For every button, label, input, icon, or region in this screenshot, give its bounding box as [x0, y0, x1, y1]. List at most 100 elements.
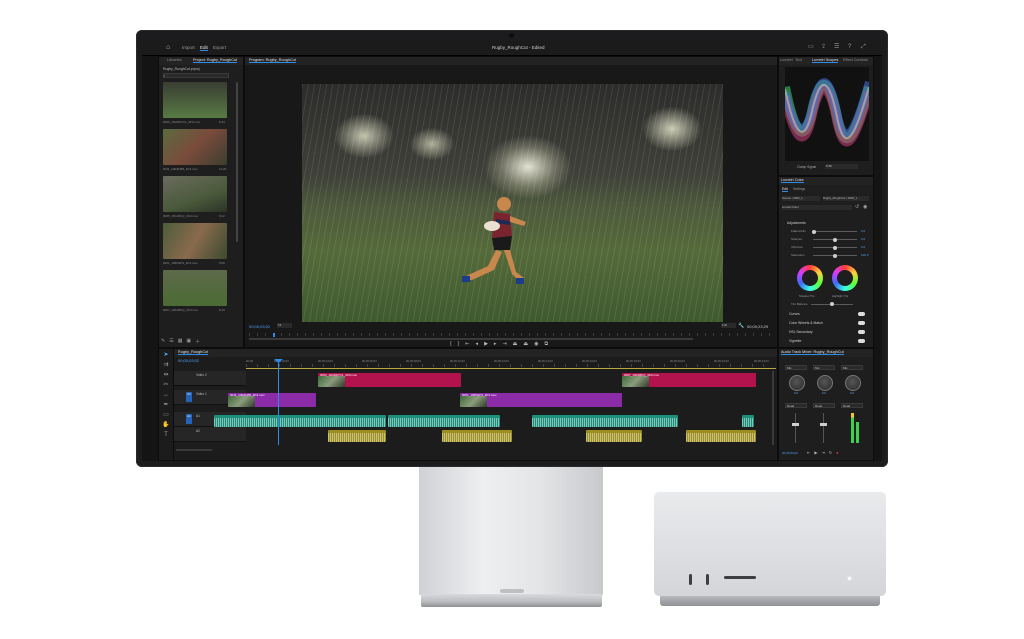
highlight-tint-wheel[interactable] — [832, 265, 858, 291]
selection-tool-icon[interactable]: ➤ — [161, 351, 171, 359]
subtab-edit[interactable]: Edit — [782, 187, 788, 192]
extract-icon[interactable]: ⏏ — [523, 341, 528, 347]
timeline-playhead[interactable] — [278, 359, 279, 445]
list-view-icon[interactable]: ☰ — [169, 338, 173, 346]
razor-icon[interactable]: ✂ — [161, 381, 171, 389]
track-header-a2[interactable]: A2 — [174, 427, 246, 442]
automation-mode-select[interactable]: Read — [785, 403, 807, 408]
bit-depth-select[interactable]: 8 Bit — [825, 164, 858, 169]
clip-thumbnail[interactable] — [163, 270, 227, 306]
audio-clip[interactable] — [442, 430, 512, 442]
hand-icon[interactable]: ✋ — [161, 421, 171, 429]
slider-track[interactable] — [813, 245, 857, 250]
clip-thumbnail[interactable] — [163, 129, 227, 165]
tab-audio-mixer[interactable]: Audio Track Mixer: Rugby_RoughCut — [781, 350, 844, 355]
target-toggle[interactable]: A1 — [186, 414, 192, 424]
project-scrollbar[interactable] — [236, 82, 238, 242]
go-to-in-icon[interactable]: ⇤ — [807, 450, 810, 455]
menu-import[interactable]: Import — [182, 45, 195, 50]
pan-knob[interactable] — [845, 375, 861, 391]
type-icon[interactable]: T — [161, 431, 171, 439]
play-icon[interactable]: ▶ — [484, 341, 488, 347]
tint-balance-knob[interactable] — [830, 302, 834, 306]
timeline-clip[interactable]: 0011_10EZHB5_4K3.mov — [228, 393, 316, 407]
section-toggle[interactable] — [858, 339, 865, 343]
lift-icon[interactable]: ⏏ — [513, 341, 518, 347]
slider-saturation[interactable]: Saturation 100.0 — [791, 253, 871, 258]
timeline-clip[interactable]: 0001_19B7EP3_4K3.mov — [460, 393, 622, 407]
pan-knob[interactable] — [789, 375, 805, 391]
grid-view-icon[interactable]: ▦ — [178, 338, 183, 346]
adjustments-heading[interactable]: Adjustments — [787, 221, 806, 225]
tab-lumetri-scopes[interactable]: Lumetri Scopes — [812, 58, 839, 63]
audio-clip[interactable] — [328, 430, 386, 442]
new-bin-icon[interactable]: ▣ — [186, 338, 191, 346]
slider-knob[interactable] — [833, 245, 837, 250]
rectangle-icon[interactable]: ▭ — [161, 411, 171, 419]
timeline-clip[interactable]: 0007_10D28KQ_4K3.mov — [622, 373, 756, 387]
menu-export[interactable]: Export — [213, 45, 226, 50]
section-toggle[interactable] — [858, 321, 865, 325]
tab-program[interactable]: Program: Rugby_RoughCut — [249, 58, 296, 63]
mark-out-icon[interactable]: } — [458, 341, 460, 347]
slip-icon[interactable]: ↔ — [161, 391, 171, 399]
source-clip-select[interactable]: Source • 0003_1... — [782, 196, 820, 201]
timeline-ruler[interactable]: 00;00 00;00;02;00 00;00;04;00 00;00;06;0… — [246, 359, 770, 367]
wrench-icon[interactable]: 🔧 — [738, 323, 744, 329]
tab-text[interactable]: Text — [795, 58, 802, 62]
timeline-timecode[interactable]: 00;00;03;02 — [178, 358, 199, 363]
section-hsl-secondary[interactable]: HSL Secondary — [783, 329, 865, 336]
ripple-edit-icon[interactable]: ⇹ — [161, 371, 171, 379]
audio-clip[interactable] — [532, 415, 678, 427]
reset-icon[interactable]: ↺ — [855, 204, 859, 210]
tab-lumetri-color[interactable]: Lumetri Color — [781, 178, 804, 183]
home-icon[interactable]: ⌂ — [166, 44, 173, 51]
go-to-out-icon[interactable]: ⇥ — [502, 341, 506, 347]
audio-clip[interactable] — [586, 430, 642, 442]
share-icon[interactable]: ⇪ — [821, 44, 827, 50]
mark-in-icon[interactable]: { — [450, 341, 452, 347]
export-frame-icon[interactable]: ◉ — [534, 341, 538, 347]
section-toggle[interactable] — [858, 330, 865, 334]
audio-clip[interactable] — [388, 415, 500, 427]
pencil-icon[interactable]: ✎ — [161, 338, 165, 346]
track-header-v2[interactable]: Video 2 — [174, 371, 246, 386]
slider-value[interactable]: 0.0 — [861, 229, 865, 233]
work-area-bar[interactable] — [246, 368, 776, 369]
mixer-slot[interactable]: Mix — [785, 365, 807, 370]
program-zoom-bar[interactable] — [249, 338, 693, 340]
clamp-signal-label[interactable]: Clamp Signal — [797, 165, 816, 169]
section-color-wheels[interactable]: Color Wheels & Match — [783, 320, 865, 327]
mixer-slot[interactable]: Mix — [841, 365, 863, 370]
audio-clip[interactable] — [214, 415, 386, 427]
record-icon[interactable]: ● — [836, 450, 838, 455]
volume-fader-knob[interactable] — [820, 423, 827, 426]
tab-lumetri[interactable]: Lumetri — [780, 58, 793, 62]
go-to-out-icon[interactable]: ⇥ — [821, 450, 824, 455]
slider-knob[interactable] — [833, 237, 837, 242]
slider-vibrance[interactable]: Vibrance 0.0 — [791, 245, 871, 250]
track-select-icon[interactable]: ⇉ — [161, 361, 171, 369]
notifications-icon[interactable]: ☰ — [834, 44, 840, 50]
target-clip-select[interactable]: Rugby_RoughCut • 0003_1... — [823, 196, 869, 201]
video-frame[interactable] — [302, 84, 723, 322]
step-back-icon[interactable]: ◂ — [476, 341, 479, 347]
clip-thumbnail[interactable] — [163, 176, 227, 212]
shadow-tint-wheel[interactable] — [797, 265, 823, 291]
timeline-zoom-scrollbar[interactable] — [176, 449, 212, 451]
quality-select[interactable]: Full — [721, 323, 736, 328]
section-vignette[interactable]: Vignette — [783, 338, 865, 345]
automation-mode-select[interactable]: Read — [841, 403, 863, 408]
volume-fader-track[interactable] — [795, 413, 796, 443]
clip-thumbnail[interactable] — [163, 82, 227, 118]
zoom-select[interactable]: Fit — [277, 323, 292, 328]
subtab-settings[interactable]: Settings — [793, 187, 805, 191]
loop-icon[interactable]: ↻ — [829, 450, 832, 455]
pan-value[interactable]: 0.0 — [789, 391, 803, 395]
program-playhead[interactable] — [273, 333, 275, 337]
automation-mode-select[interactable]: Read — [813, 403, 835, 408]
project-search-input[interactable] — [163, 73, 229, 78]
timeline-vertical-scrollbar[interactable] — [772, 371, 774, 445]
audio-clip[interactable] — [742, 415, 754, 427]
slider-knob[interactable] — [833, 253, 837, 258]
